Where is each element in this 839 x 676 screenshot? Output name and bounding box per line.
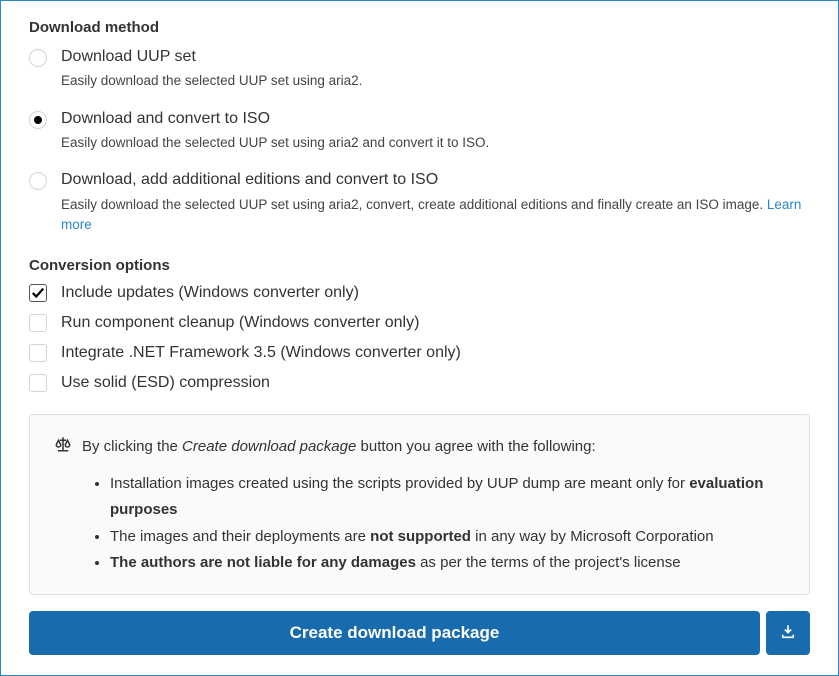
checkbox-include-updates[interactable]: Include updates (Windows converter only) [29,284,810,302]
action-row: Create download package [29,611,810,655]
checkbox-label: Include updates (Windows converter only) [61,284,359,302]
radio-label: Download, add additional editions and co… [61,169,810,191]
conversion-options-title: Conversion options [29,257,810,274]
download-icon-button[interactable] [766,611,810,655]
notice-intro-em: Create download package [182,438,356,455]
checkbox-icon [29,344,47,362]
checkbox-label: Use solid (ESD) compression [61,374,270,392]
download-method-group: Download UUP set Easily download the sel… [29,46,810,235]
notice-intro: By clicking the Create download package … [54,435,785,457]
radio-download-convert-iso[interactable]: Download and convert to ISO Easily downl… [29,108,810,154]
radio-icon [29,111,47,129]
download-icon [780,624,796,643]
notice-item: Installation images created using the sc… [110,471,785,524]
checkbox-label: Integrate .NET Framework 3.5 (Windows co… [61,344,461,362]
radio-desc: Easily download the selected UUP set usi… [61,71,810,91]
radio-label: Download UUP set [61,46,810,68]
radio-desc: Easily download the selected UUP set usi… [61,195,810,236]
conversion-options-group: Include updates (Windows converter only)… [29,284,810,392]
checkbox-esd-compression[interactable]: Use solid (ESD) compression [29,374,810,392]
create-download-package-button[interactable]: Create download package [29,611,760,655]
notice-item: The images and their deployments are not… [110,524,785,550]
radio-icon [29,49,47,67]
radio-icon [29,172,47,190]
notice-list: Installation images created using the sc… [54,471,785,576]
checkbox-icon [29,314,47,332]
checkbox-integrate-net[interactable]: Integrate .NET Framework 3.5 (Windows co… [29,344,810,362]
checkbox-icon [29,374,47,392]
download-method-title: Download method [29,19,810,36]
radio-download-additional-editions[interactable]: Download, add additional editions and co… [29,169,810,235]
main-panel: Download method Download UUP set Easily … [0,0,839,676]
agreement-notice: By clicking the Create download package … [29,414,810,595]
checkbox-icon [29,284,47,302]
checkbox-label: Run component cleanup (Windows converter… [61,314,419,332]
notice-item: The authors are not liable for any damag… [110,550,785,576]
radio-label: Download and convert to ISO [61,108,810,130]
checkbox-component-cleanup[interactable]: Run component cleanup (Windows converter… [29,314,810,332]
radio-desc: Easily download the selected UUP set usi… [61,133,810,153]
radio-download-uup-set[interactable]: Download UUP set Easily download the sel… [29,46,810,92]
scales-icon [54,435,72,457]
